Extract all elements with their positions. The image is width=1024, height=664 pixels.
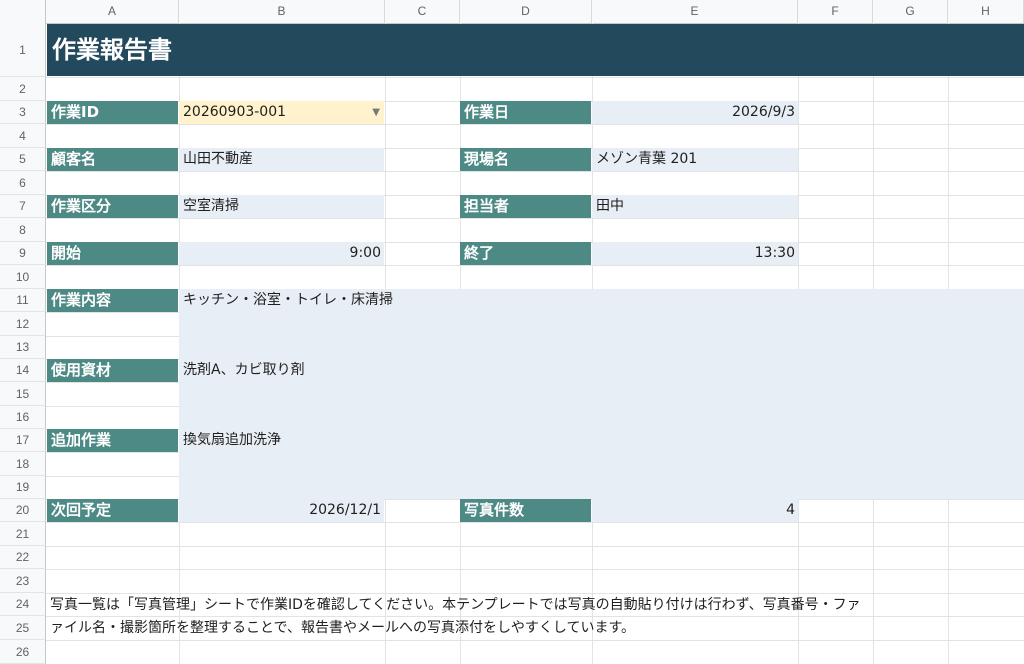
row-header-20[interactable]: 20 (0, 499, 46, 522)
row-header-17[interactable]: 17 (0, 429, 46, 452)
gridline-horizontal (46, 265, 1024, 266)
photo-count-value[interactable]: 4 (592, 499, 798, 522)
work-id-label[interactable]: 作業ID (47, 101, 178, 124)
gridline-horizontal (46, 569, 1024, 570)
row-header-21[interactable]: 21 (0, 522, 46, 546)
start-label[interactable]: 開始 (47, 242, 178, 265)
staff-value[interactable]: 田中 (592, 195, 798, 218)
work-id-dropdown[interactable]: 20260903-001 ▼ (179, 101, 384, 124)
gridline-horizontal (46, 522, 1024, 523)
row-header-19[interactable]: 19 (0, 476, 46, 499)
row-header-7[interactable]: 7 (0, 195, 46, 218)
row-header-25[interactable]: 25 (0, 616, 46, 640)
row-header-24[interactable]: 24 (0, 593, 46, 616)
row-header-9[interactable]: 9 (0, 242, 46, 265)
note-line-2[interactable]: ァイル名・撮影箇所を整理することで、報告書やメールへの写真添付をしやすくしていま… (50, 617, 1024, 640)
photo-count-label[interactable]: 写真件数 (460, 499, 591, 522)
column-header-g[interactable]: G (873, 0, 948, 23)
end-value[interactable]: 13:30 (592, 242, 798, 265)
materials-label[interactable]: 使用資材 (47, 359, 178, 382)
end-label[interactable]: 終了 (460, 242, 591, 265)
column-header-b[interactable]: B (179, 0, 385, 23)
content-label[interactable]: 作業内容 (47, 289, 178, 312)
column-header-c[interactable]: C (385, 0, 460, 23)
gridline-horizontal (46, 171, 1024, 172)
work-id-value: 20260903-001 (183, 104, 287, 120)
row-header-4[interactable]: 4 (0, 124, 46, 148)
row-header-23[interactable]: 23 (0, 569, 46, 593)
details-area (179, 289, 1024, 499)
materials-value[interactable]: 洗剤A、カビ取り剤 (179, 359, 779, 382)
next-schedule-value[interactable]: 2026/12/1 (179, 499, 384, 522)
row-header-3[interactable]: 3 (0, 101, 46, 124)
gridline-horizontal (46, 546, 1024, 547)
row-header-13[interactable]: 13 (0, 336, 46, 359)
site-value[interactable]: メゾン青葉 201 (592, 148, 798, 171)
gridline-horizontal (46, 124, 1024, 125)
row-header-10[interactable]: 10 (0, 265, 46, 289)
row-header-15[interactable]: 15 (0, 382, 46, 406)
gridline-horizontal (46, 77, 1024, 78)
dropdown-arrow-icon[interactable]: ▼ (372, 101, 380, 124)
row-header-16[interactable]: 16 (0, 406, 46, 429)
column-header-f[interactable]: F (798, 0, 873, 23)
row-header-11[interactable]: 11 (0, 289, 46, 312)
column-header-e[interactable]: E (592, 0, 798, 23)
row-header-14[interactable]: 14 (0, 359, 46, 382)
note-line-1[interactable]: 写真一覧は「写真管理」シートで作業IDを確認してください。本テンプレートでは写真… (50, 594, 1024, 617)
row-header-12[interactable]: 12 (0, 312, 46, 336)
row-header-1[interactable]: 1 (0, 23, 46, 77)
staff-label[interactable]: 担当者 (460, 195, 591, 218)
gridline-horizontal (46, 218, 1024, 219)
customer-value[interactable]: 山田不動産 (179, 148, 384, 171)
row-header-2[interactable]: 2 (0, 77, 46, 101)
customer-label[interactable]: 顧客名 (47, 148, 178, 171)
row-header-22[interactable]: 22 (0, 546, 46, 569)
row-header-5[interactable]: 5 (0, 148, 46, 171)
start-value[interactable]: 9:00 (179, 242, 384, 265)
column-header-d[interactable]: D (460, 0, 592, 23)
row-header-18[interactable]: 18 (0, 452, 46, 476)
content-value[interactable]: キッチン・浴室・トイレ・床清掃 (179, 289, 779, 312)
report-title[interactable]: 作業報告書 (47, 24, 1024, 76)
category-value[interactable]: 空室清掃 (179, 195, 384, 218)
category-label[interactable]: 作業区分 (47, 195, 178, 218)
spreadsheet: ABCDEFGH 1 2 3 4 5 6 7 8 9 10 11 12 13 14 15 16 17 18 19 20… (0, 0, 1024, 664)
next-schedule-label[interactable]: 次回予定 (47, 499, 178, 522)
row-header-8[interactable]: 8 (0, 218, 46, 242)
row-header-26[interactable]: 26 (0, 640, 46, 664)
work-date-value[interactable]: 2026/9/3 (592, 101, 798, 124)
select-all-corner[interactable] (0, 0, 46, 23)
site-label[interactable]: 現場名 (460, 148, 591, 171)
row-header-6[interactable]: 6 (0, 171, 46, 195)
work-date-label[interactable]: 作業日 (460, 101, 591, 124)
column-header-h[interactable]: H (948, 0, 1024, 23)
extra-work-label[interactable]: 追加作業 (47, 429, 178, 452)
gridline-horizontal (46, 640, 1024, 641)
extra-work-value[interactable]: 換気扇追加洗浄 (179, 429, 779, 452)
column-header-a[interactable]: A (46, 0, 179, 23)
